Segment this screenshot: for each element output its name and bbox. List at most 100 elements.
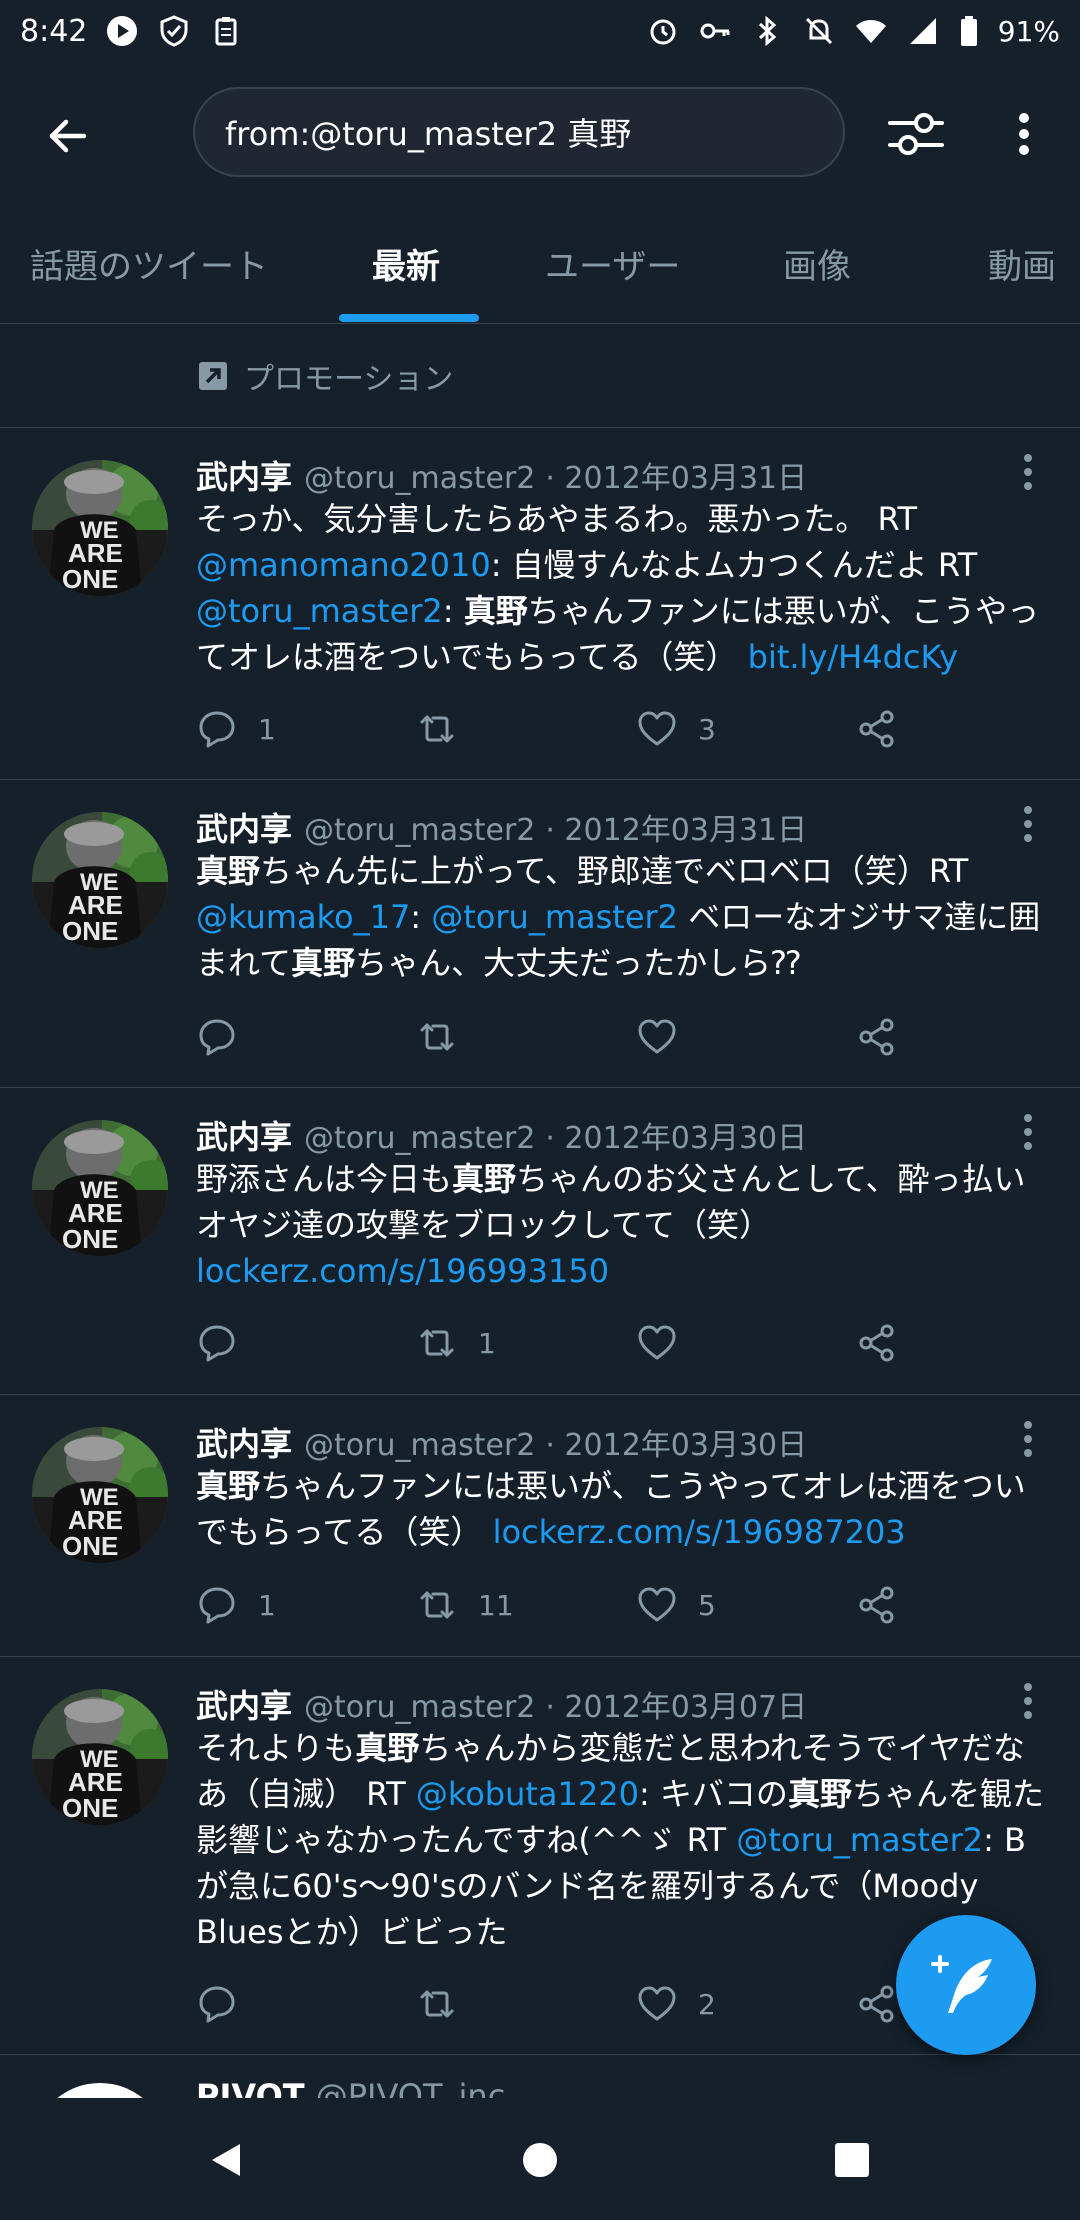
author-name[interactable]: 武内享 [196, 804, 292, 850]
search-filter-button[interactable] [880, 102, 952, 166]
retweet-button[interactable] [416, 1979, 478, 2029]
tweet-header: 武内享 @toru_master2 · 2012年03月30日 [196, 1419, 807, 1465]
author-name[interactable]: PIVOT @PIVOT_inc [196, 2077, 505, 2098]
avatar[interactable] [32, 2083, 168, 2098]
share-icon [856, 1016, 898, 1058]
author-handle: @toru_master2 [304, 461, 536, 496]
tweet-link[interactable]: lockerz.com/s/196993150 [196, 1252, 609, 1290]
tab-images[interactable]: 画像 [783, 202, 851, 323]
tweet-link[interactable]: @manomano2010 [196, 546, 491, 584]
reply-count: 1 [258, 712, 276, 746]
reply-button[interactable]: 1 [196, 704, 276, 754]
tweet-header: 武内享 @toru_master2 · 2012年03月07日 [196, 1681, 807, 1727]
signal-icon [906, 14, 940, 48]
share-button[interactable] [856, 1318, 898, 1368]
like-button[interactable]: 3 [636, 704, 716, 754]
tweet-link[interactable]: @kobuta1220 [416, 1775, 639, 1813]
reply-button[interactable] [196, 1012, 258, 1062]
author-name[interactable]: 武内享 [196, 1681, 292, 1727]
avatar[interactable] [32, 460, 168, 596]
tweet-link[interactable]: @toru_master2 [431, 898, 678, 936]
tweet-more-button[interactable] [1010, 1681, 1046, 1721]
reply-button[interactable] [196, 1318, 258, 1368]
tweet-text: そっか、気分害したらあやまるわ。悪かった。 RT @manomano2010: … [196, 496, 1056, 680]
avatar[interactable] [32, 1689, 168, 1825]
status-bar: 8:42 91% [0, 0, 1080, 62]
tab-top-tweets[interactable]: 話題のツイート [30, 202, 268, 323]
retweet-button[interactable]: 1 [416, 1318, 496, 1368]
tweet-card[interactable]: 武内享 @toru_master2 · 2012年03月31日 そっか、気分害し… [0, 428, 1080, 780]
tweet-actions: 2 [196, 1979, 956, 2029]
avatar[interactable] [32, 1427, 168, 1563]
tab-users[interactable]: ユーザー [545, 202, 680, 323]
retweet-icon [416, 1983, 458, 2025]
more-vertical-icon [1019, 113, 1029, 155]
system-nav-bar [0, 2098, 1080, 2220]
retweet-count: 1 [478, 1326, 496, 1360]
circle-home-icon [523, 2143, 557, 2177]
arrow-left-icon [49, 119, 87, 153]
author-name[interactable]: 武内享 [196, 1419, 292, 1465]
tweet-link[interactable]: @kumako_17 [196, 898, 410, 936]
back-button[interactable] [38, 106, 98, 166]
author-handle: @toru_master2 [304, 1121, 536, 1156]
square-recents-icon [835, 2143, 869, 2177]
tweet-card[interactable]: 武内享 @toru_master2 · 2012年03月30日 真野ちゃんファン… [0, 1395, 1080, 1657]
share-icon [856, 1322, 898, 1364]
tweet-actions [196, 1012, 956, 1062]
tweet-card[interactable]: 武内享 @toru_master2 · 2012年03月30日 野添さんは今日も… [0, 1088, 1080, 1395]
tweet-more-button[interactable] [1010, 804, 1046, 844]
more-options-button[interactable] [1000, 102, 1048, 166]
tweet-text-segment: ちゃん先に上がって、野郎達でベロベロ（笑）RT [260, 852, 969, 890]
share-button[interactable] [856, 1012, 898, 1062]
author-name[interactable]: 武内享 [196, 452, 292, 498]
tweet-text-segment: : キバコの [638, 1775, 788, 1813]
tweet-card-partial[interactable]: PIVOT @PIVOT_inc [0, 2055, 1080, 2098]
share-button[interactable] [856, 1979, 898, 2029]
like-button[interactable]: 2 [636, 1979, 716, 2029]
tweet-text: 真野ちゃんファンには悪いが、こうやってオレは酒をついでもらってる（笑） lock… [196, 1463, 1056, 1555]
retweet-button[interactable]: 11 [416, 1580, 514, 1630]
search-tabs: 話題のツイート 最新 ユーザー 画像 動画 [0, 202, 1080, 324]
share-icon [856, 708, 898, 750]
tweet-link[interactable]: @toru_master2 [196, 592, 443, 630]
share-button[interactable] [856, 704, 898, 754]
tweet-card[interactable]: 武内享 @toru_master2 · 2012年03月31日 真野ちゃん先に上… [0, 780, 1080, 1088]
nav-home-button[interactable] [508, 2128, 572, 2192]
avatar[interactable] [32, 812, 168, 948]
retweet-count: 11 [478, 1588, 514, 1622]
heart-icon [636, 708, 678, 750]
avatar[interactable] [32, 1120, 168, 1256]
tab-latest[interactable]: 最新 [372, 202, 440, 323]
reply-button[interactable]: 1 [196, 1580, 276, 1630]
tweet-more-button[interactable] [1010, 1112, 1046, 1152]
like-button[interactable] [636, 1318, 698, 1368]
clipboard-icon [209, 14, 243, 48]
promoted-tweet-tail[interactable]: プロモーション [0, 324, 1080, 428]
highlighted-term: 真野 [452, 1160, 517, 1198]
reply-button[interactable] [196, 1979, 258, 2029]
like-button[interactable]: 5 [636, 1580, 716, 1630]
search-input[interactable]: from:@toru_master2 真野 [193, 87, 845, 177]
heart-icon [636, 1016, 678, 1058]
author-name[interactable]: 武内享 [196, 1112, 292, 1158]
tweet-text-segment: ちゃん、大丈夫だったかしら⁇ [355, 944, 801, 982]
tweet-more-button[interactable] [1010, 452, 1046, 492]
share-icon [856, 1584, 898, 1626]
nav-back-button[interactable] [194, 2128, 258, 2192]
tab-videos[interactable]: 動画 [988, 202, 1056, 323]
tweet-link[interactable]: bit.ly/H4dcKy [748, 638, 958, 676]
share-button[interactable] [856, 1580, 898, 1630]
tweet-text-segment: : [442, 592, 464, 630]
promoted-icon [199, 362, 227, 390]
like-button[interactable] [636, 1012, 698, 1062]
retweet-button[interactable] [416, 704, 478, 754]
reply-icon [196, 708, 238, 750]
nav-recents-button[interactable] [820, 2128, 884, 2192]
retweet-button[interactable] [416, 1012, 478, 1062]
tweet-link[interactable]: @toru_master2 [736, 1821, 983, 1859]
tweet-link[interactable]: lockerz.com/s/196987203 [493, 1513, 906, 1551]
tweet-header: 武内享 @toru_master2 · 2012年03月31日 [196, 804, 807, 850]
compose-tweet-button[interactable] [896, 1915, 1036, 2055]
tweet-more-button[interactable] [1010, 1419, 1046, 1459]
